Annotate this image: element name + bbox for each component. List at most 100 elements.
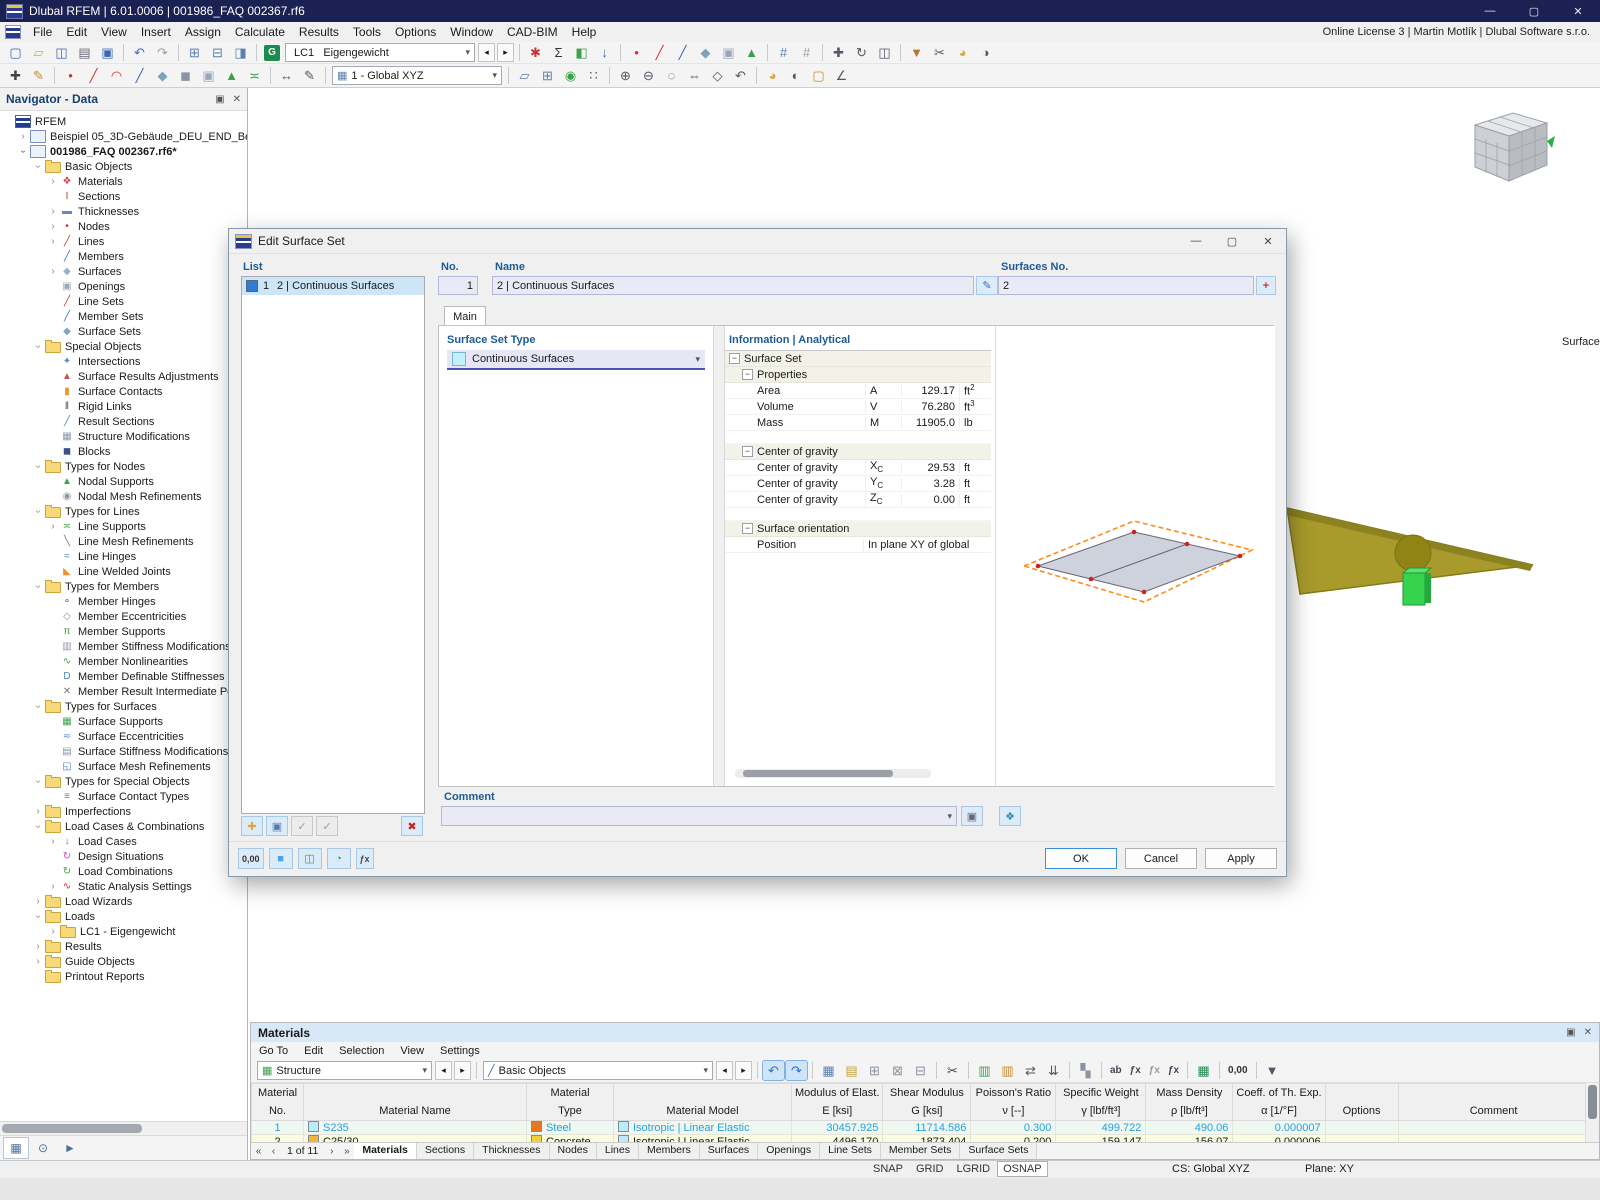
zoom-out-icon[interactable]: ⊖ (638, 66, 659, 85)
column-alpha-subheader[interactable]: α [1/°F] (1232, 1102, 1326, 1121)
annotation-icon[interactable]: ✎ (299, 66, 320, 85)
tree-item-result-sections[interactable]: ╱ Result Sections (0, 414, 247, 429)
scrollbar-thumb[interactable] (1588, 1085, 1597, 1119)
expand-arrow-icon[interactable]: › (17, 131, 29, 142)
dialog-title-bar[interactable]: Edit Surface Set — ▢ ✕ (229, 229, 1286, 254)
tree-item-members[interactable]: ╱ Members (0, 249, 247, 264)
toggle-snap[interactable]: SNAP (868, 1162, 908, 1176)
move-copy-icon[interactable]: ✚ (828, 43, 849, 62)
new-load-icon[interactable]: ✱ (525, 43, 546, 62)
cell-type[interactable]: Concrete (526, 1134, 614, 1142)
table-view-icon[interactable]: ⊞ (184, 43, 205, 62)
column-nu-subheader[interactable]: ν [--] (970, 1102, 1057, 1121)
expand-arrow-icon[interactable]: › (18, 146, 29, 158)
cell-g[interactable]: 11714.586 (882, 1120, 972, 1135)
preview-pane[interactable]: Surface Set Type 'Continuous Surfaces' (995, 326, 1600, 786)
column-type-subheader[interactable]: Type (526, 1102, 614, 1121)
column-g-subheader[interactable]: G [ksi] (882, 1102, 972, 1121)
column-options-subheader[interactable]: Options (1324, 1102, 1399, 1121)
new-line-icon[interactable]: ╱ (83, 66, 104, 85)
delete-row-icon[interactable]: ⊠ (887, 1061, 908, 1080)
apply-button[interactable]: Apply (1205, 848, 1277, 869)
units-button[interactable]: 0,00 (238, 848, 264, 869)
tab-members[interactable]: Members (638, 1143, 700, 1159)
surface-set-list[interactable]: 12 | Continuous Surfaces (241, 276, 425, 814)
jump-to-graphic-icon[interactable]: ↶ (762, 1060, 785, 1081)
information-hscrollbar[interactable] (735, 769, 931, 778)
previous-table-button[interactable]: ◂ (435, 1061, 452, 1080)
expand-arrow-icon[interactable]: › (47, 236, 59, 247)
snap-settings-icon[interactable]: ◉ (560, 66, 581, 85)
expand-arrow-icon[interactable]: › (33, 506, 44, 518)
export-excel-icon[interactable]: ▦ (1193, 1061, 1214, 1080)
insert-opening-icon[interactable]: ▣ (718, 43, 739, 62)
tree-item-surface-supports[interactable]: ▦ Surface Supports (0, 714, 247, 729)
tree-item-load-cases-combinations[interactable]: › Load Cases & Combinations (0, 819, 247, 834)
table-category-combo[interactable]: ╱ Basic Objects ▾ (483, 1061, 713, 1080)
tab-thicknesses[interactable]: Thicknesses (474, 1143, 550, 1159)
insert-support-icon[interactable]: ▲ (741, 43, 762, 62)
cell-alpha[interactable]: 0.000006 (1232, 1134, 1326, 1142)
box-select-button[interactable]: ■ (268, 848, 293, 869)
cell-no[interactable]: 2 (251, 1134, 304, 1142)
first-table-button[interactable]: « (251, 1146, 266, 1157)
abc-check-icon[interactable]: ab (1107, 1061, 1125, 1080)
next-load-case-button[interactable]: ▸ (497, 43, 514, 62)
dialog-close-icon[interactable]: ✕ (1250, 229, 1286, 253)
tree-item-structure-modifications[interactable]: ▦ Structure Modifications (0, 429, 247, 444)
new-model-icon[interactable]: ▢ (5, 43, 26, 62)
tree-item-member-hinges[interactable]: ∘ Member Hinges (0, 594, 247, 609)
insert-surface-icon[interactable]: ◆ (695, 43, 716, 62)
guidelines-icon[interactable]: ∷ (583, 66, 604, 85)
formula-fx-gray-icon[interactable]: ƒx (1146, 1061, 1163, 1080)
menu-file[interactable]: File (26, 23, 59, 41)
navigator-hscrollbar[interactable] (0, 1121, 247, 1135)
cell-model[interactable]: Isotropic | Linear Elastic (613, 1120, 792, 1135)
tree-item-line-sets[interactable]: ╱ Line Sets (0, 294, 247, 309)
expand-arrow-icon[interactable]: › (33, 776, 44, 788)
navigator-tab-data[interactable]: ▦ (3, 1137, 29, 1159)
tree-item-types-for-nodes[interactable]: › Types for Nodes (0, 459, 247, 474)
tree-item-line-mesh-refinements[interactable]: ╲ Line Mesh Refinements (0, 534, 247, 549)
tree-item-load-cases[interactable]: › ↓ Load Cases (0, 834, 247, 849)
comment-field[interactable]: ▾ (441, 806, 957, 826)
minimize-icon[interactable]: — (1468, 0, 1512, 22)
insert-row-icon[interactable]: ⊞ (864, 1061, 885, 1080)
navigator-tab-display[interactable]: ⊙ (31, 1138, 55, 1158)
zoom-window-icon[interactable]: ◌ (661, 66, 682, 85)
expand-arrow-icon[interactable]: › (32, 956, 44, 967)
select-icon[interactable]: ✚ (5, 66, 26, 85)
globe-button[interactable]: ◔ (326, 848, 351, 869)
cell-e[interactable]: 30457.925 (790, 1120, 884, 1135)
cell-model[interactable]: Isotropic | Linear Elastic (613, 1134, 792, 1142)
units-icon[interactable]: 0,00 (1225, 1061, 1250, 1080)
materials-menu-settings[interactable]: Settings (432, 1045, 488, 1057)
new-nodal-support-icon[interactable]: ▲ (221, 66, 242, 85)
tree-item-rfem[interactable]: RFEM (0, 114, 247, 129)
menu-assign[interactable]: Assign (178, 23, 228, 41)
tree-item-materials[interactable]: › ❖ Materials (0, 174, 247, 189)
assign-colors-button[interactable]: ◫ (297, 848, 322, 869)
tree-item-sections[interactable]: I Sections (0, 189, 247, 204)
tree-item-blocks[interactable]: ◼ Blocks (0, 444, 247, 459)
close-panel-icon[interactable]: ✕ (1584, 1027, 1592, 1038)
expand-arrow-icon[interactable]: › (33, 581, 44, 593)
print-icon[interactable]: ▤ (74, 43, 95, 62)
tree-item-surface-stiffness-modifications[interactable]: ▤ Surface Stiffness Modifications (0, 744, 247, 759)
cell-rho[interactable]: 156.07 (1145, 1134, 1234, 1142)
column-no-subheader[interactable]: No. (251, 1102, 304, 1121)
cell-name[interactable]: C25/30 (303, 1134, 527, 1142)
display-properties-icon[interactable]: ◐ (785, 66, 806, 85)
check-all-button[interactable]: ✓ (291, 816, 313, 836)
cell-options[interactable] (1324, 1134, 1399, 1142)
column-model-subheader[interactable]: Material Model (613, 1102, 792, 1121)
comment-template-button[interactable]: ❖ (999, 806, 1021, 826)
dialog-maximize-icon[interactable]: ▢ (1214, 229, 1250, 253)
new-opening-icon[interactable]: ▣ (198, 66, 219, 85)
tree-item-surfaces[interactable]: › ◆ Surfaces (0, 264, 247, 279)
tree-item-load-wizards[interactable]: › Load Wizards (0, 894, 247, 909)
tree-item-types-for-special-objects[interactable]: › Types for Special Objects (0, 774, 247, 789)
ok-button[interactable]: OK (1045, 848, 1117, 869)
scrollbar-thumb[interactable] (743, 770, 893, 777)
comment-copy-button[interactable]: ▣ (961, 806, 983, 826)
